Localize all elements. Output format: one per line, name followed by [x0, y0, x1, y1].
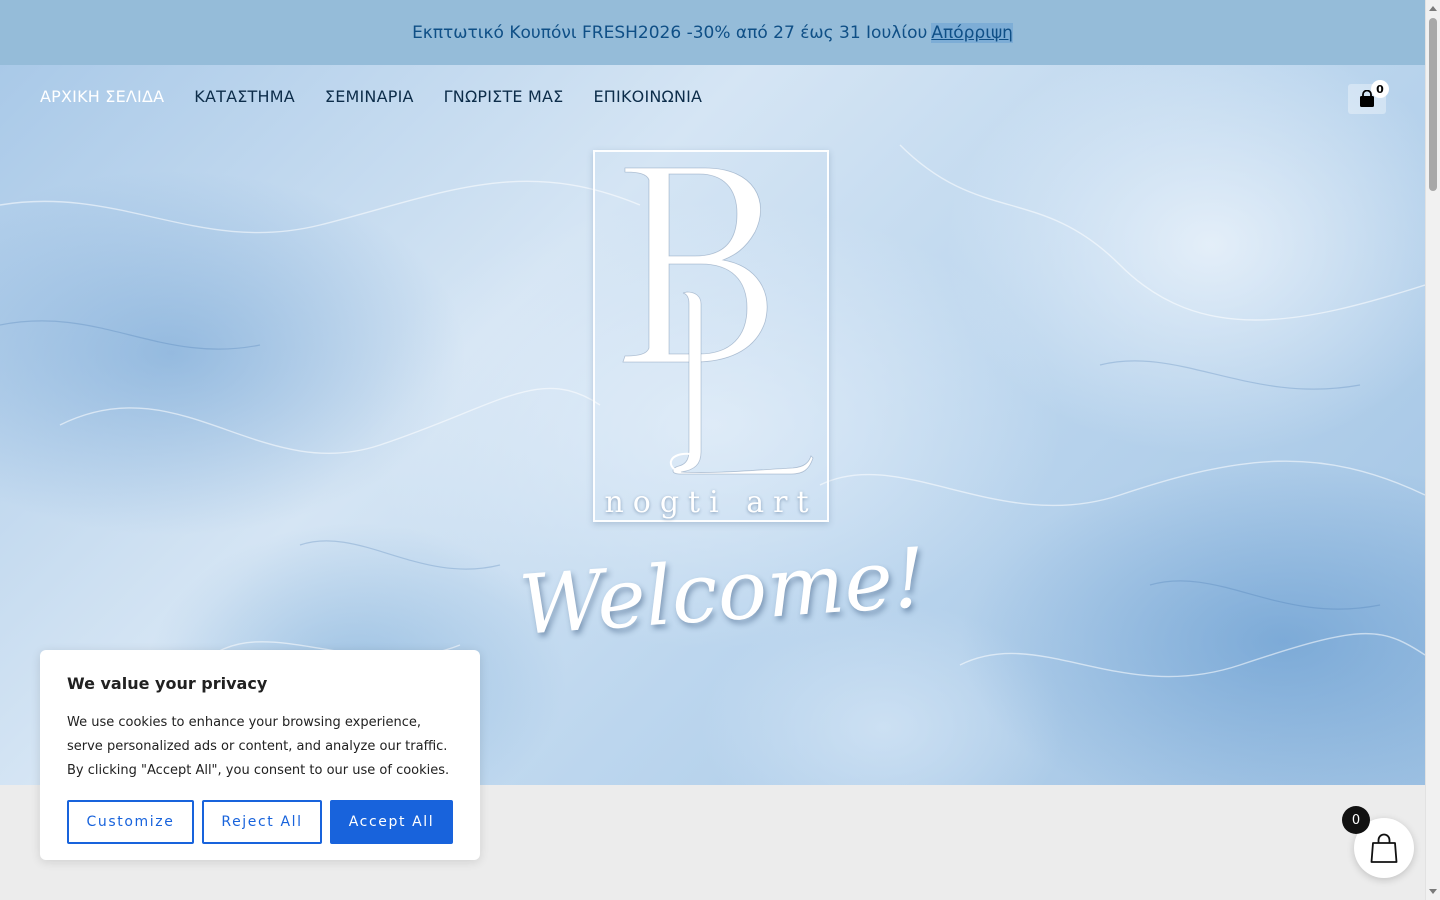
nav-item-seminars[interactable]: ΣΕΜΙΝΑΡΙΑ: [325, 87, 414, 106]
cookie-title: We value your privacy: [67, 674, 268, 693]
nav-item-shop[interactable]: ΚΑΤΑΣΤΗΜΑ: [194, 87, 295, 106]
main-nav: ΑΡΧΙΚΗ ΣΕΛΙΔΑ ΚΑΤΑΣΤΗΜΑ ΣΕΜΙΝΑΡΙΑ ΓΝΩΡΙΣ…: [40, 87, 702, 106]
promo-dismiss-link[interactable]: Απόρριψη: [931, 22, 1013, 43]
scroll-up-arrow-icon[interactable]: [1429, 6, 1437, 11]
promo-bar: Εκπτωτικό Κουπόνι FRESH2026 -30% από 27 …: [0, 0, 1425, 65]
scroll-down-arrow-icon[interactable]: [1429, 889, 1437, 894]
header-cart-count: 0: [1371, 80, 1389, 98]
logo-tagline: nogti art: [604, 485, 818, 520]
nav-item-about[interactable]: ΓΝΩΡΙΣΤΕ ΜΑΣ: [444, 87, 564, 106]
cookie-actions: Customize Reject All Accept All: [67, 800, 453, 844]
welcome-heading: Welcome!: [516, 530, 929, 654]
page-scrollbar[interactable]: [1425, 0, 1440, 900]
bl-monogram-icon: [622, 167, 814, 475]
brand-logo: [593, 150, 829, 522]
cookie-accept-button[interactable]: Accept All: [330, 800, 453, 844]
cookie-reject-button[interactable]: Reject All: [202, 800, 322, 844]
cookie-description: We use cookies to enhance your browsing …: [67, 715, 450, 778]
nav-item-home[interactable]: ΑΡΧΙΚΗ ΣΕΛΙΔΑ: [40, 87, 164, 106]
cookie-customize-button[interactable]: Customize: [67, 800, 194, 844]
cookie-consent-banner: We value your privacy We use cookies to …: [40, 650, 480, 860]
shopping-bag-icon: [1370, 833, 1398, 863]
promo-text: Εκπτωτικό Κουπόνι FRESH2026 -30% από 27 …: [412, 22, 928, 43]
nav-item-contact[interactable]: ΕΠΙΚΟΙΝΩΝΙΑ: [594, 87, 703, 106]
scroll-thumb[interactable]: [1429, 18, 1437, 191]
floating-cart-count: 0: [1342, 806, 1370, 834]
